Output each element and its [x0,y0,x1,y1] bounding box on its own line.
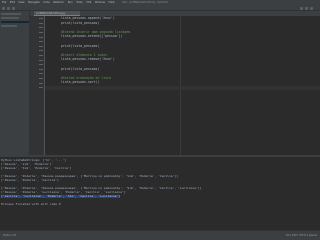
line-number [39,27,43,29]
line-number [39,73,43,75]
menu-item[interactable]: Window [95,1,105,4]
project-tree-item[interactable] [1,13,21,15]
line-number [39,64,43,66]
run-icon[interactable] [300,6,303,10]
line-number [39,18,43,20]
debug-icon[interactable] [305,6,308,10]
code-line: lista_pessoas.sort() [61,80,100,85]
line-number [39,50,43,52]
menu-item[interactable]: Refactor [53,1,64,4]
status-bar: Python 3.8 16:1 CRLF UTF-8 4 spaces [0,230,320,240]
code-line: print(lista_pessoas) [61,20,100,25]
line-number [39,22,43,24]
code-line: print(lista_pessoas) [61,66,100,71]
menu-item[interactable]: Tools [76,1,82,4]
code-line: lista_pessoas.extend(['pessoa']) [61,34,123,39]
line-number [39,36,43,38]
line-number [39,68,43,70]
open-icon[interactable] [2,6,5,10]
project-tree-item-selected[interactable] [1,21,29,23]
code-line: print(lista_pessoas) [61,43,100,48]
code-editor[interactable]: lista_pessoas.append('Xnnn') print(lista_… [45,16,320,155]
refresh-icon[interactable] [12,6,15,10]
console-line-selected: ['Cecilia', 'Lucilaine', 'Poderia', 'Sim… [1,194,121,199]
run-console[interactable]: Python ListaDeStrings: ['hi', '...'] ['Pe… [0,155,320,230]
project-tree-item[interactable] [1,17,19,19]
status-cursor-info[interactable]: 16:1 CRLF UTF-8 4 spaces [286,234,317,237]
line-number-gutter [30,16,45,155]
line-number [39,45,43,47]
menu-item[interactable]: View [18,1,24,4]
search-icon[interactable] [310,6,313,10]
project-tree-item[interactable] [1,25,17,27]
window-title: ls26 · sortMethodsForString · PyCharm [121,1,168,4]
line-number [39,87,43,89]
line-number [39,41,43,43]
save-icon[interactable] [7,6,10,10]
menu-item[interactable]: Navigate [28,1,40,4]
menu-item[interactable]: VCS [86,1,91,4]
code-line: lista_pessoas.remove('Xnnn') [61,57,115,62]
console-line: Process finished with exit code 0 [1,202,61,206]
menu-item[interactable]: Code [43,1,50,4]
line-number [39,32,43,33]
status-interpreter[interactable]: Python 3.8 [3,234,16,237]
menu-item[interactable]: Help [109,1,115,4]
line-number [39,82,43,84]
menu-item[interactable]: Run [68,1,73,4]
menu-item[interactable]: File [2,1,6,4]
menu-item[interactable]: Edit [10,1,15,4]
current-line-highlight [45,86,320,90]
line-number [39,78,43,79]
line-number [39,55,43,56]
code-line: lista_pessoas.append('Xnnn') [61,16,115,20]
console-line: ['Pessoa', 'Sim', 'Poderia', 'Cecilia'] [1,166,72,170]
line-number [39,59,43,61]
console-line: ['Pessoa', 'Poderia', 'Cecilia'] [1,178,59,182]
project-panel [0,11,30,155]
